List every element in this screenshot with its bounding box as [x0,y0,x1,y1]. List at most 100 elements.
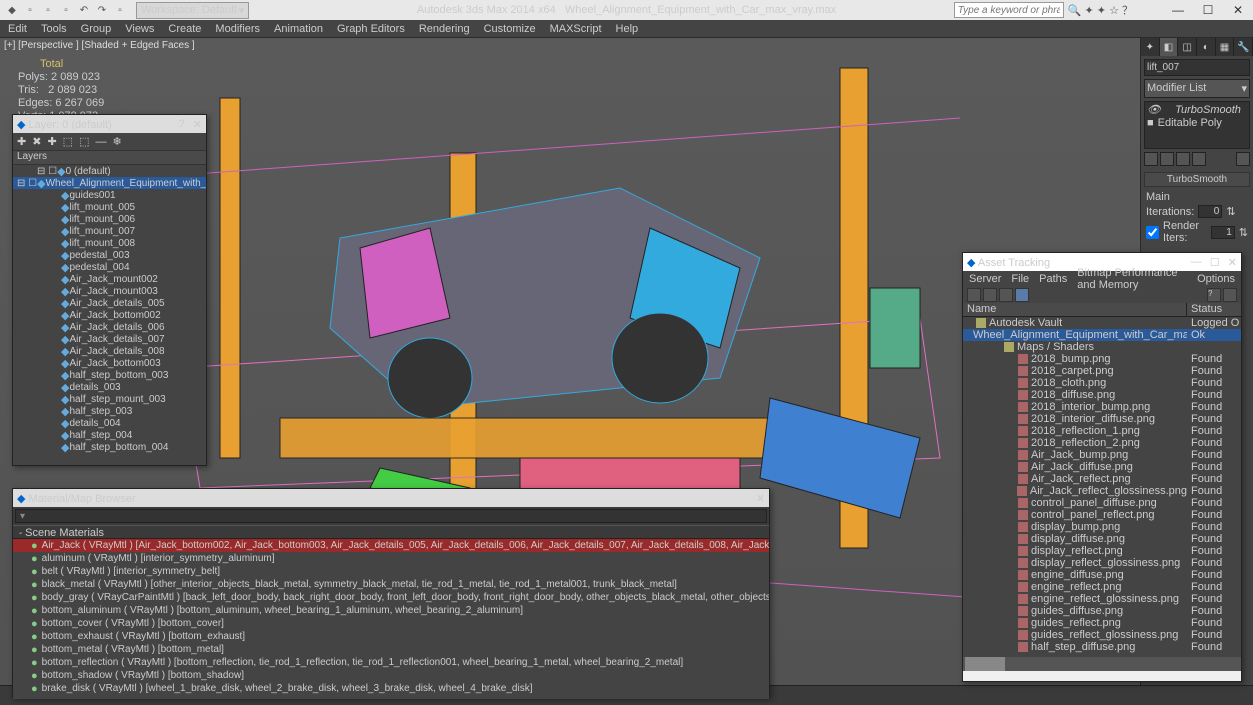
material-list[interactable]: ●Air_Jack ( VRayMtl ) [Air_Jack_bottom00… [13,539,769,699]
menu-edit[interactable]: Edit [8,23,27,35]
tab-display[interactable]: ▦ [1216,38,1235,56]
asset-row[interactable]: guides_diffuse.pngFound [963,605,1241,617]
options-icon[interactable] [1223,288,1237,302]
layer-row[interactable]: ◆ Air_Jack_details_007 [13,333,206,345]
layer-row[interactable]: ◆ lift_mount_008 [13,237,206,249]
material-row[interactable]: ●bottom_cover ( VRayMtl ) [bottom_cover] [13,617,769,630]
close-icon[interactable]: ✕ [756,492,765,505]
material-group-header[interactable]: - Scene Materials [13,525,769,539]
asset-row[interactable]: guides_reflect.pngFound [963,617,1241,629]
tab-hierarchy[interactable]: ◫ [1178,38,1197,56]
asset-row[interactable]: Air_Jack_diffuse.pngFound [963,461,1241,473]
asset-row[interactable]: Air_Jack_bump.pngFound [963,449,1241,461]
asset-row[interactable]: Wheel_Alignment_Equipment_with_Car_max_v… [963,329,1241,341]
select-layer-icon[interactable]: ⬚ [63,135,73,148]
close-icon[interactable]: ✕ [193,118,202,131]
layer-row[interactable]: ◆ pedestal_004 [13,261,206,273]
col-status[interactable]: Status [1187,303,1241,316]
rollout-header[interactable]: TurboSmooth [1144,172,1250,187]
unique-icon[interactable] [1176,152,1190,166]
eye-icon[interactable]: 👁 [1147,104,1161,117]
pin-icon[interactable] [1144,152,1158,166]
layer-row[interactable]: ◆ half_step_003 [13,405,206,417]
material-search-input[interactable]: ▾ [15,509,767,523]
menu-help[interactable]: Help [616,23,639,35]
remove-icon[interactable] [1192,152,1206,166]
layer-row[interactable]: ◆ Air_Jack_details_005 [13,297,206,309]
asset-row[interactable]: engine_diffuse.pngFound [963,569,1241,581]
render-iters-check[interactable] [1146,226,1159,239]
material-row[interactable]: ●bottom_exhaust ( VRayMtl ) [bottom_exha… [13,630,769,643]
layer-row[interactable]: ◆ pedestal_003 [13,249,206,261]
asset-row[interactable]: Air_Jack_reflect_glossiness.pngFound [963,485,1241,497]
layer-row[interactable]: ⊟ ☐ ◆ 0 (default) [13,165,206,177]
menu-maxscript[interactable]: MAXScript [550,23,602,35]
help-icon[interactable]: ? [179,118,185,131]
hide-icon[interactable]: — [95,136,106,148]
freeze-icon[interactable]: ❄ [112,135,121,148]
tab-motion[interactable]: ◐ [1197,38,1216,56]
workspace-selector[interactable]: Workspace: Default ▾ [136,2,249,19]
add-to-layer-icon[interactable]: ✚ [47,135,56,148]
layer-row[interactable]: ◆ Air_Jack_bottom002 [13,309,206,321]
maximize-button[interactable]: ☐ [1193,0,1223,20]
material-row[interactable]: ●Air_Jack ( VRayMtl ) [Air_Jack_bottom00… [13,539,769,552]
minimize-button[interactable]: — [1163,0,1193,20]
asset-row[interactable]: control_panel_diffuse.pngFound [963,497,1241,509]
asset-row[interactable]: Maps / Shaders [963,341,1241,353]
asset-row[interactable]: engine_reflect_glossiness.pngFound [963,593,1241,605]
help-icon[interactable]: ? [1207,288,1221,302]
asset-scrollbar[interactable] [963,657,1241,671]
asset-row[interactable]: 2018_reflection_2.pngFound [963,437,1241,449]
undo-icon[interactable]: ↶ [76,2,92,18]
delete-layer-icon[interactable]: ✖ [32,135,41,148]
new-icon[interactable]: ▫ [22,2,38,18]
spinner-icon[interactable]: ⇅ [1239,226,1248,239]
material-row[interactable]: ●black_metal ( VRayMtl ) [other_interior… [13,578,769,591]
modifier-stack[interactable]: 👁 TurboSmooth ■ Editable Poly [1144,101,1250,149]
layer-row[interactable]: ◆ half_step_bottom_003 [13,369,206,381]
asset-row[interactable]: half_step_diffuse.pngFound [963,641,1241,653]
col-name[interactable]: Name [963,303,1187,316]
refresh-icon[interactable] [967,288,981,302]
asset-menu-item[interactable]: Server [969,273,1001,285]
new-layer-icon[interactable]: ✚ [17,135,26,148]
asset-row[interactable]: control_panel_reflect.pngFound [963,509,1241,521]
menu-customize[interactable]: Customize [484,23,536,35]
layer-row[interactable]: ◆ Air_Jack_bottom003 [13,357,206,369]
menu-modifiers[interactable]: Modifiers [215,23,260,35]
layer-row[interactable]: ⊟ ☐ ◆ Wheel_Alignment_Equipment_with_Car [13,177,206,189]
material-row[interactable]: ●bottom_aluminum ( VRayMtl ) [bottom_alu… [13,604,769,617]
layers-titlebar[interactable]: ◆ Layer: 0 (default) ?✕ [13,115,206,133]
app-icon[interactable]: ◆ [4,2,20,18]
layer-row[interactable]: ◆ Air_Jack_mount003 [13,285,206,297]
asset-row[interactable]: Air_Jack_reflect.pngFound [963,473,1241,485]
asset-row[interactable]: 2018_carpet.pngFound [963,365,1241,377]
render-iters-input[interactable] [1211,226,1235,239]
layer-row[interactable]: ◆ half_step_004 [13,429,206,441]
asset-row[interactable]: display_reflect.pngFound [963,545,1241,557]
close-icon[interactable]: ✕ [1228,256,1237,269]
asset-row[interactable]: display_diffuse.pngFound [963,533,1241,545]
material-titlebar[interactable]: ◆ Material/Map Browser ✕ [13,489,769,507]
modifier-list-dropdown[interactable]: Modifier List▾ [1144,79,1250,98]
material-row[interactable]: ●bottom_metal ( VRayMtl ) [bottom_metal] [13,643,769,656]
iterations-input[interactable] [1198,205,1222,218]
asset-row[interactable]: 2018_interior_diffuse.pngFound [963,413,1241,425]
asset-row[interactable]: 2018_reflection_1.pngFound [963,425,1241,437]
material-row[interactable]: ●aluminum ( VRayMtl ) [interior_symmetry… [13,552,769,565]
view1-icon[interactable] [983,288,997,302]
asset-menu-item[interactable]: Options [1197,273,1235,285]
view2-icon[interactable] [999,288,1013,302]
asset-menu-item[interactable]: Paths [1039,273,1067,285]
asset-menu-item[interactable]: Bitmap Performance and Memory [1077,267,1187,291]
material-row[interactable]: ●bottom_reflection ( VRayMtl ) [bottom_r… [13,656,769,669]
close-button[interactable]: ✕ [1223,0,1253,20]
layer-row[interactable]: ◆ details_004 [13,417,206,429]
tab-modify[interactable]: ◧ [1160,38,1179,56]
search-tools[interactable]: 🔍 ✦ ✦ ☆ ？ [1068,2,1133,18]
material-row[interactable]: ●brake_disk ( VRayMtl ) [wheel_1_brake_d… [13,682,769,695]
layers-tree[interactable]: ⊟ ☐ ◆ 0 (default)⊟ ☐ ◆ Wheel_Alignment_E… [13,165,206,465]
show-icon[interactable] [1160,152,1174,166]
asset-row[interactable]: 2018_diffuse.pngFound [963,389,1241,401]
